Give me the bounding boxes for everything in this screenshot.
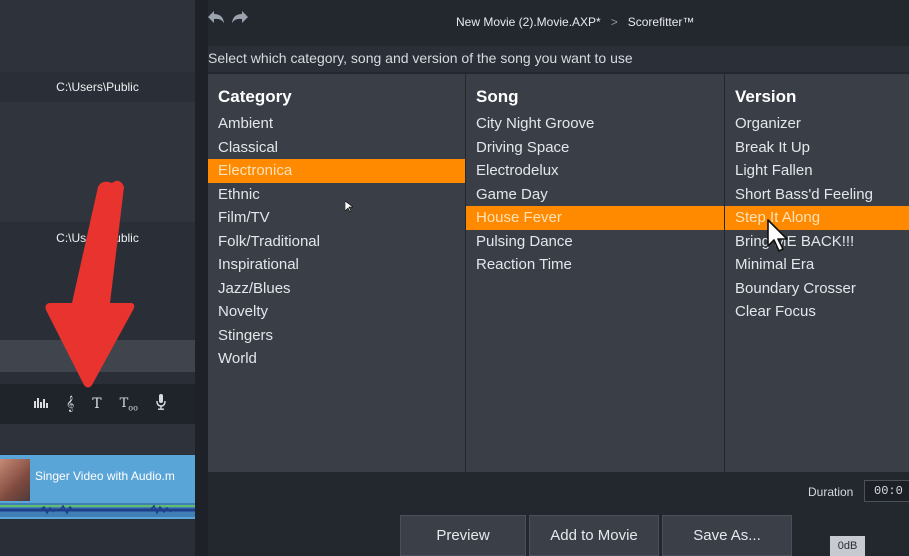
redo-arrow-icon[interactable] [230, 9, 250, 30]
timeline-clip[interactable]: Singer Video with Audio.m [0, 455, 195, 519]
version-item[interactable]: Clear Focus [725, 300, 909, 324]
project-name[interactable]: New Movie (2).Movie.AXP [456, 15, 596, 29]
category-item[interactable]: Inspirational [208, 253, 465, 277]
bottom-bar: Duration 00:0 Preview Add to Movie Save … [208, 472, 909, 556]
category-item[interactable]: Stingers [208, 324, 465, 348]
category-item[interactable]: Ambient [208, 112, 465, 136]
breadcrumb-separator: > [610, 15, 618, 29]
category-column: Category Ambient Classical Electronica Ethn… [208, 74, 465, 472]
add-to-movie-button[interactable]: Add to Movie [529, 515, 659, 556]
category-item[interactable]: Novelty [208, 300, 465, 324]
version-item[interactable]: Step It Along [725, 206, 909, 230]
modified-mark: * [596, 15, 601, 29]
pane-divider[interactable] [195, 0, 208, 556]
song-item[interactable]: House Fever [466, 206, 724, 230]
db-badge: 0dB [830, 536, 865, 556]
left-pane-gray-band [0, 340, 195, 372]
song-item[interactable]: City Night Groove [466, 112, 724, 136]
current-page: Scorefitter™ [627, 15, 695, 29]
left-pane-top-band [0, 0, 195, 72]
category-item[interactable]: World [208, 347, 465, 371]
song-item[interactable]: Electrodelux [466, 159, 724, 183]
timeline-toolbar: 𝄞 T Too [0, 384, 195, 424]
clip-title: Singer Video with Audio.m [35, 469, 175, 483]
version-item[interactable]: Organizer [725, 112, 909, 136]
audio-waveform [0, 503, 195, 517]
microphone-icon[interactable] [156, 394, 166, 414]
song-item[interactable]: Driving Space [466, 136, 724, 160]
version-item[interactable]: Bring ME BACK!!! [725, 230, 909, 254]
path-label: C:\Users\Public [56, 80, 139, 94]
song-item[interactable]: Pulsing Dance [466, 230, 724, 254]
path-label: C:\Users\Public [56, 231, 139, 245]
title-text-icon[interactable]: T [92, 396, 101, 412]
left-pane-media-area [0, 102, 195, 222]
category-item[interactable]: Jazz/Blues [208, 277, 465, 301]
version-heading: Version [735, 87, 797, 106]
preview-button[interactable]: Preview [400, 515, 526, 556]
song-item[interactable]: Game Day [466, 183, 724, 207]
category-list: Ambient Classical Electronica Ethnic Film/TV… [208, 112, 465, 371]
version-item[interactable]: Light Fallen [725, 159, 909, 183]
version-list: Organizer Break It Up Light Fallen Short Ba… [725, 112, 909, 324]
equalizer-icon[interactable] [34, 396, 48, 412]
treble-clef-icon[interactable]: 𝄞 [66, 396, 74, 412]
song-list: City Night Groove Driving Space Electrodel… [466, 112, 724, 277]
subtitle-text-icon[interactable]: Too [120, 396, 138, 413]
breadcrumb: New Movie (2).Movie.AXP* > Scorefitter™ [456, 15, 694, 29]
category-item[interactable]: Ethnic [208, 183, 465, 207]
version-item[interactable]: Boundary Crosser [725, 277, 909, 301]
song-column: Song City Night Groove Driving Space Elect… [466, 74, 724, 472]
instruction-text: Select which category, song and version … [208, 50, 633, 66]
scorefitter-panel: New Movie (2).Movie.AXP* > Scorefitter™ Se… [208, 0, 909, 556]
header-bar: New Movie (2).Movie.AXP* > Scorefitter™ [208, 0, 909, 44]
undo-arrow-icon[interactable] [206, 9, 226, 30]
timeline-gap [0, 424, 195, 454]
version-item[interactable]: Minimal Era [725, 253, 909, 277]
left-pane: C:\Users\Public C:\Users\Public 𝄞 T Too … [0, 0, 195, 556]
version-column: Version Organizer Break It Up Light Fallen… [725, 74, 909, 472]
category-item[interactable]: Electronica [208, 159, 465, 183]
duration-label: Duration [808, 485, 854, 499]
version-item[interactable]: Short Bass'd Feeling [725, 183, 909, 207]
song-item[interactable]: Reaction Time [466, 253, 724, 277]
category-heading: Category [218, 87, 292, 106]
category-item[interactable]: Film/TV [208, 206, 465, 230]
category-item[interactable]: Classical [208, 136, 465, 160]
song-heading: Song [476, 87, 519, 106]
version-item[interactable]: Break It Up [725, 136, 909, 160]
category-item[interactable]: Folk/Traditional [208, 230, 465, 254]
clip-thumbnail [0, 459, 30, 501]
duration-field[interactable]: 00:0 [864, 480, 909, 502]
save-as-button[interactable]: Save As... [662, 515, 792, 556]
instruction-bar: Select which category, song and version … [208, 46, 909, 72]
